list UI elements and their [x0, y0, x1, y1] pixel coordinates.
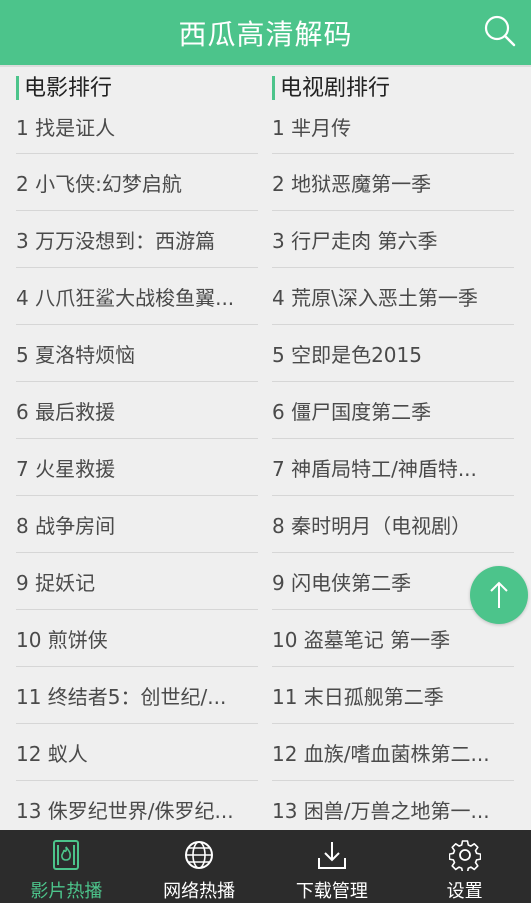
tv-ranking-item[interactable]: 11 末日孤舰第二季 — [272, 667, 514, 724]
tv-ranking-item[interactable]: 1 芈月传 — [272, 105, 514, 154]
movie-ranking-item[interactable]: 7 火星救援 — [16, 439, 258, 496]
search-icon[interactable] — [483, 14, 517, 48]
movie-ranking-item-label: 1 找是证人 — [16, 116, 116, 140]
tv-ranking-item[interactable]: 13 困兽/万兽之地第一... — [272, 781, 514, 830]
movie-ranking-item-label: 10 煎饼侠 — [16, 627, 108, 652]
arrow-up-icon — [490, 581, 508, 608]
movie-ranking-heading: 电影排行 — [16, 67, 258, 105]
movie-ranking-item[interactable]: 12 蚁人 — [16, 724, 258, 781]
gear-icon — [448, 840, 481, 871]
tv-ranking-item-label: 6 僵尸国度第二季 — [272, 399, 432, 424]
tab-online-hot[interactable]: 网络热播 — [133, 830, 266, 903]
tv-ranking-item-label: 13 困兽/万兽之地第一... — [272, 798, 490, 823]
tv-ranking-item-label: 8 秦时明月（电视剧） — [272, 513, 472, 538]
movie-ranking-item-label: 5 夏洛特烦恼 — [16, 342, 136, 367]
movie-ranking-item[interactable]: 6 最后救援 — [16, 382, 258, 439]
movie-ranking-item-label: 11 终结者5：创世纪/... — [16, 684, 227, 709]
movie-list: 1 找是证人 2 小飞侠:幻梦启航 3 万万没想到：西游篇 4 八爪狂鲨大战梭鱼翼..… — [16, 105, 258, 830]
movie-ranking-item[interactable]: 4 八爪狂鲨大战梭鱼翼... — [16, 268, 258, 325]
tv-ranking-item[interactable]: 7 神盾局特工/神盾特... — [272, 439, 514, 496]
globe-icon — [185, 841, 214, 869]
movie-ranking-item[interactable]: 9 捉妖记 — [16, 553, 258, 610]
movie-ranking-item[interactable]: 13 侏罗纪世界/侏罗纪... — [16, 781, 258, 830]
tab-hot-movies[interactable]: 影片热播 — [0, 830, 133, 903]
movie-ranking-item-label: 9 捉妖记 — [16, 570, 96, 595]
tv-ranking-item[interactable]: 6 僵尸国度第二季 — [272, 382, 514, 439]
bottom-tab-bar: 影片热播 网络热播 下载管理 设置 — [0, 830, 531, 903]
tv-ranking-item-label: 2 地狱恶魔第一季 — [272, 171, 432, 196]
tv-ranking-item-label: 10 盗墓笔记 第一季 — [272, 627, 451, 652]
movie-ranking-item[interactable]: 2 小飞侠:幻梦启航 — [16, 154, 258, 211]
tv-ranking-item-label: 5 空即是色2015 — [272, 342, 422, 367]
tv-list: 1 芈月传 2 地狱恶魔第一季 3 行尸走肉 第六季 4 荒原\深入恶土第一季 5 空即… — [272, 105, 514, 830]
movie-ranking-item-label: 12 蚁人 — [16, 741, 88, 766]
app-header: 西瓜高清解码 — [0, 0, 531, 65]
tv-ranking-item-label: 4 荒原\深入恶土第一季 — [272, 285, 478, 310]
movie-ranking-item-label: 13 侏罗纪世界/侏罗纪... — [16, 798, 234, 823]
heading-accent-bar — [16, 76, 19, 100]
tv-ranking-item[interactable]: 2 地狱恶魔第一季 — [272, 154, 514, 211]
movie-ranking-item[interactable]: 10 煎饼侠 — [16, 610, 258, 667]
movie-ranking-item-label: 2 小飞侠:幻梦启航 — [16, 171, 182, 196]
tv-ranking-item-label: 11 末日孤舰第二季 — [272, 684, 444, 709]
movie-ranking-title: 电影排行 — [24, 76, 113, 101]
movie-ranking-item[interactable]: 8 战争房间 — [16, 496, 258, 553]
movie-ranking-item[interactable]: 3 万万没想到：西游篇 — [16, 211, 258, 268]
movie-ranking-item[interactable]: 5 夏洛特烦恼 — [16, 325, 258, 382]
tab-download-manager[interactable]: 下载管理 — [266, 830, 399, 903]
app-title: 西瓜高清解码 — [178, 17, 353, 51]
tv-ranking-heading: 电视剧排行 — [272, 67, 514, 105]
scroll-top-button[interactable] — [470, 566, 528, 624]
tv-ranking-item[interactable]: 8 秦时明月（电视剧） — [272, 496, 514, 553]
tv-ranking-item-label: 3 行尸走肉 第六季 — [272, 228, 438, 253]
tab-settings[interactable]: 设置 — [398, 830, 531, 903]
tv-ranking-item[interactable]: 5 空即是色2015 — [272, 325, 514, 382]
download-icon — [317, 842, 346, 869]
movie-ranking-column: 电影排行 1 找是证人 2 小飞侠:幻梦启航 3 万万没想到：西游篇 4 八爪狂鲨大战… — [16, 67, 258, 830]
tv-ranking-title: 电视剧排行 — [280, 76, 391, 101]
movie-ranking-item-label: 8 战争房间 — [16, 513, 116, 538]
tv-ranking-item-label: 1 芈月传 — [272, 116, 352, 140]
tv-ranking-item-label: 9 闪电侠第二季 — [272, 570, 412, 595]
tv-ranking-item-label: 12 血族/嗜血菌株第二... — [272, 741, 490, 766]
ranking-content: 电影排行 1 找是证人 2 小飞侠:幻梦启航 3 万万没想到：西游篇 4 八爪狂鲨大战… — [0, 67, 531, 830]
flame-icon — [53, 840, 80, 870]
movie-ranking-item[interactable]: 11 终结者5：创世纪/... — [16, 667, 258, 724]
tab-label: 设置 — [446, 881, 483, 902]
movie-ranking-item-label: 4 八爪狂鲨大战梭鱼翼... — [16, 285, 235, 310]
movie-ranking-item[interactable]: 1 找是证人 — [16, 105, 258, 154]
tv-ranking-column: 电视剧排行 1 芈月传 2 地狱恶魔第一季 3 行尸走肉 第六季 4 荒原\深入恶土第… — [272, 67, 514, 830]
tv-ranking-item[interactable]: 10 盗墓笔记 第一季 — [272, 610, 514, 667]
tv-ranking-item[interactable]: 3 行尸走肉 第六季 — [272, 211, 514, 268]
heading-accent-bar — [272, 76, 275, 100]
tv-ranking-item[interactable]: 12 血族/嗜血菌株第二... — [272, 724, 514, 781]
tv-ranking-item-label: 7 神盾局特工/神盾特... — [272, 456, 477, 481]
tab-label: 影片热播 — [30, 881, 103, 902]
tab-label: 网络热播 — [163, 881, 236, 902]
tab-label: 下载管理 — [295, 881, 368, 902]
movie-ranking-item-label: 3 万万没想到：西游篇 — [16, 228, 216, 253]
movie-ranking-item-label: 6 最后救援 — [16, 399, 116, 424]
tv-ranking-item[interactable]: 4 荒原\深入恶土第一季 — [272, 268, 514, 325]
movie-ranking-item-label: 7 火星救援 — [16, 456, 116, 481]
